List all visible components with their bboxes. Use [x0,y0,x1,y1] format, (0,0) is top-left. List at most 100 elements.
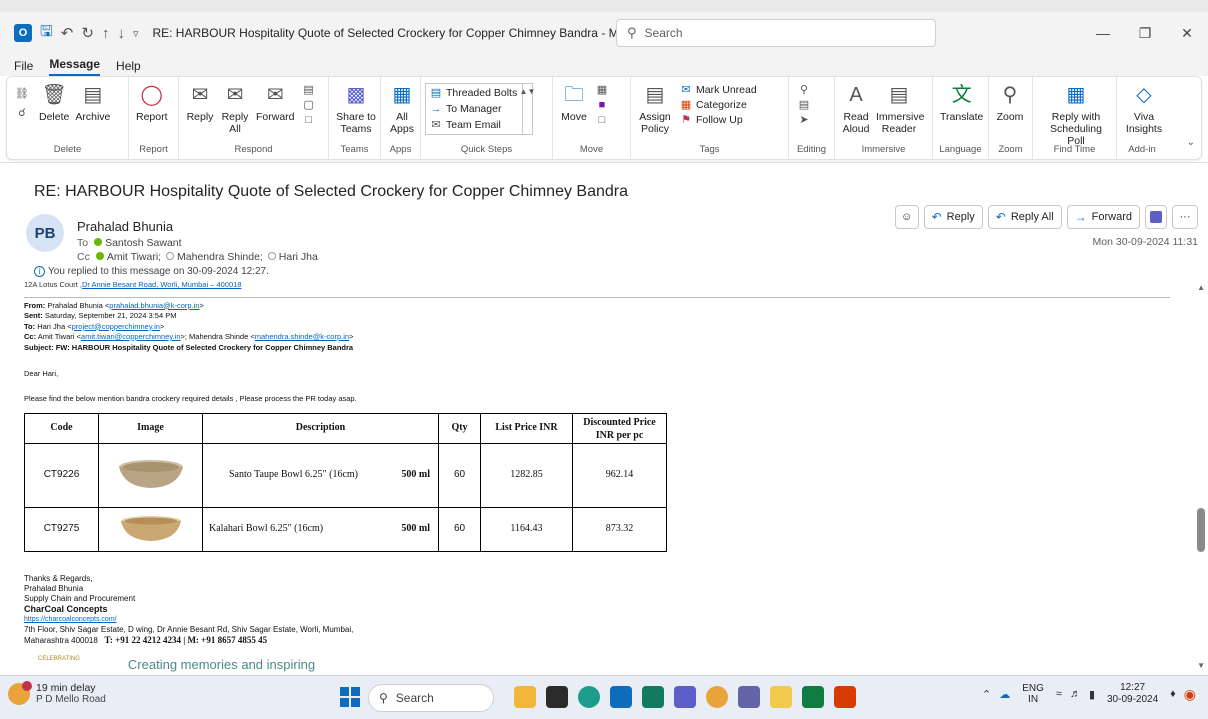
cc-recipient[interactable]: Hari Jha [279,251,318,263]
clock[interactable]: 12:27 30-09-2024 [1107,682,1158,706]
restore-button[interactable]: ❐ [1124,12,1166,54]
edge-icon[interactable] [578,686,600,708]
reply-all-button[interactable]: ↶ Reply All [987,205,1062,229]
outlook-app-icon[interactable] [610,686,632,708]
taskbar-search[interactable]: ⚲ Search [368,684,494,712]
actions-button[interactable]: □ [595,113,612,128]
assign-policy-button[interactable]: ▤ Assign Policy [638,81,672,135]
find-button[interactable]: ⚲ [797,83,814,98]
scroll-up-arrow[interactable]: ▲ [1197,283,1205,292]
reply-all-button-label: Reply All [1010,211,1054,223]
quickstep-team-email[interactable]: ✉ Team Email [429,117,529,133]
meeting-reply-button[interactable]: ▤ [302,83,319,98]
onedrive-icon[interactable]: ☁ [999,688,1010,701]
save-icon[interactable]: 🖫 [40,22,53,44]
avatar[interactable]: PB [26,214,64,252]
cc-recipient[interactable]: Amit Tiwari; [107,251,161,263]
delete-button[interactable]: 🗑 Delete [39,81,69,123]
window-controls: — ❐ ✕ [1082,12,1208,54]
start-button[interactable] [340,687,360,707]
excel-app-icon[interactable] [642,686,664,708]
forward-button-label: Forward [1091,211,1132,223]
search-input[interactable]: ⚲ Search [616,19,936,47]
volume-icon[interactable]: ♬ [1070,688,1081,700]
teams-share-button[interactable] [1145,205,1167,229]
signature-url-link[interactable]: https://charcoalconcepts.com/ [24,616,117,623]
terminal-icon[interactable] [546,686,568,708]
ignore-button[interactable]: ⛓ [15,87,32,102]
quickstep-threaded-bolts[interactable]: ▤ Threaded Bolts [429,85,529,101]
from-email-link[interactable]: prahalad.bhunia@k-corp.in [109,301,199,310]
all-apps-button[interactable]: ▦ All Apps [388,81,416,135]
down-arrow-icon[interactable]: ↓ [117,22,125,44]
excel-icon[interactable] [802,686,824,708]
file-explorer-icon[interactable] [514,686,536,708]
quickstep-team-email-label: Team Email [446,119,501,131]
greeting: Dear Hari, [24,369,59,378]
scheduling-poll-button[interactable]: ▦ Reply with Scheduling Poll [1040,81,1112,147]
quick-steps-scroll[interactable]: ▲▼ [520,84,535,134]
tab-message[interactable]: Message [49,57,101,76]
rules-button[interactable]: ▦ [595,83,612,98]
share-to-teams-button[interactable]: ▩ Share to Teams [336,81,376,135]
more-actions-button[interactable]: ··· [1172,205,1198,229]
tab-help[interactable]: Help [116,59,141,76]
sender-name[interactable]: Prahalad Bhunia [77,219,173,234]
folder-icon[interactable] [770,686,792,708]
ribbon-reply-all-button[interactable]: ✉ Reply All [220,81,250,135]
select-button[interactable]: ➤ [797,113,814,128]
address-link[interactable]: Dr Annie Besant Road, Worli, Mumbai – 40… [82,280,242,289]
ribbon-reply-button[interactable]: ✉ Reply [186,81,214,123]
move-button[interactable]: 🗀 Move [560,81,588,123]
up-arrow-icon[interactable]: ↑ [102,22,110,44]
minimize-button[interactable]: — [1082,12,1124,54]
tab-file[interactable]: File [14,59,33,76]
notification-bell-icon[interactable]: ♦ [1170,688,1176,700]
report-shield-icon: ◯ [140,84,163,106]
viva-insights-button[interactable]: ◇ Viva Insights [1124,81,1164,135]
to-email-link[interactable]: project@copperchimney.in [72,322,160,331]
teams-app-icon[interactable] [674,686,696,708]
redo-icon[interactable]: ↻ [81,22,94,44]
cc-recipient[interactable]: Mahendra Shinde; [177,251,263,263]
follow-up-button[interactable]: ⚑ Follow Up [679,113,757,128]
chrome-icon[interactable] [706,686,728,708]
im-reply-button[interactable]: ▢ [302,98,319,113]
cell-code: CT9226 [24,443,99,508]
cc-email-link[interactable]: mahendra.shinde@k-corp.in [255,332,349,341]
scroll-down-arrow[interactable]: ▼ [1197,661,1205,670]
cleanup-button[interactable]: ☌ [15,106,32,121]
reply-button[interactable]: ↶ Reply [923,205,983,229]
related-button[interactable]: ▤ [797,98,814,113]
zoom-button[interactable]: ⚲ Zoom [996,81,1024,123]
undo-icon[interactable]: ↶ [61,22,74,44]
mark-unread-button[interactable]: ✉ Mark Unread [679,83,756,98]
translate-button[interactable]: 文 Translate [940,81,983,123]
more-respond-button[interactable]: □ [302,113,319,128]
read-aloud-button[interactable]: A Read Aloud [842,81,870,135]
report-button[interactable]: ◯ Report [136,81,168,123]
scrollbar-thumb[interactable] [1197,508,1205,552]
weather-widget[interactable]: 19 min delay P D Mello Road [8,681,106,706]
ribbon-forward-button[interactable]: ✉ Forward [256,81,295,123]
copilot-icon[interactable]: ◉ [1184,686,1196,703]
language-indicator[interactable]: ENG IN [1022,683,1044,705]
to-recipient[interactable]: Santosh Sawant [105,237,181,249]
reaction-button[interactable]: ☺ [894,205,919,229]
office-icon[interactable] [834,686,856,708]
archive-button[interactable]: ▤ Archive [75,81,110,123]
close-button[interactable]: ✕ [1166,12,1208,54]
ribbon-collapse-icon[interactable]: ⌄ [1187,137,1195,148]
forward-button[interactable]: → Forward [1066,205,1140,229]
chevron-up-icon[interactable]: ⌃ [982,688,991,701]
teams-chat-icon[interactable] [738,686,760,708]
immersive-reader-button[interactable]: ▤ Immersive Reader [876,81,924,135]
onenote-button[interactable]: ■ [595,98,612,113]
categorize-button[interactable]: ▦ Categorize [679,98,757,113]
quickstep-to-manager[interactable]: → To Manager [429,101,529,117]
battery-icon[interactable]: ▮ [1089,688,1095,701]
cc-email-link[interactable]: amit.tiwari@copperchimney.in [81,332,181,341]
ribbon-group-findtime: ▦ Reply with Scheduling Poll Find Time [1033,77,1117,159]
customize-qat-icon[interactable]: ▿ [133,22,139,44]
wifi-icon[interactable]: ≈ [1056,688,1062,700]
